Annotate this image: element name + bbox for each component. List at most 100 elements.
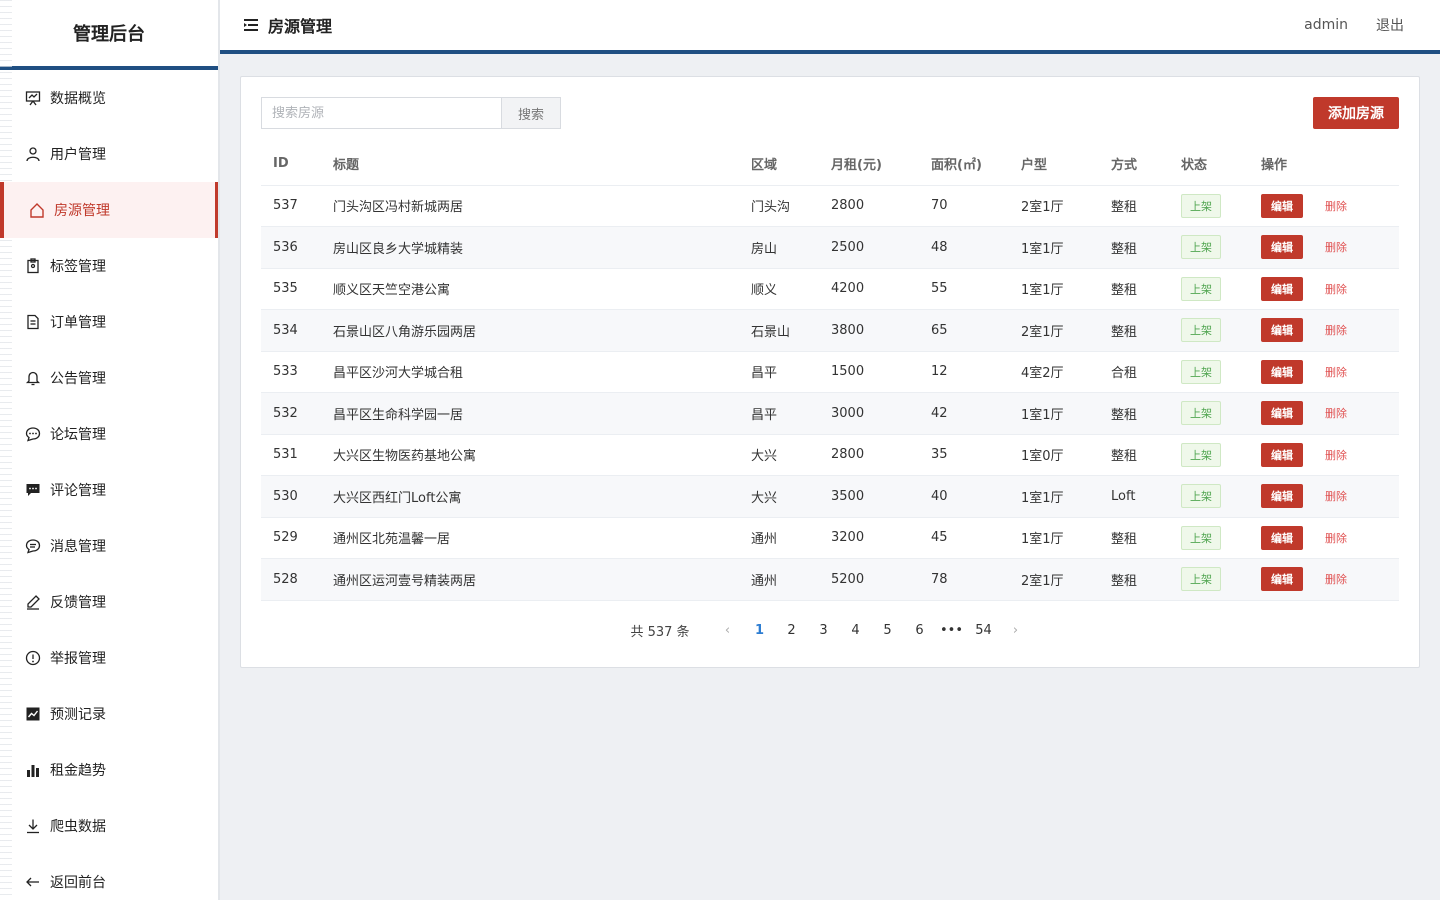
page-ellipsis[interactable]: ••• [936, 623, 968, 638]
sidebar-item-10[interactable]: 举报管理 [0, 630, 218, 686]
search-button[interactable]: 搜索 [501, 97, 561, 129]
cell-id: 534 [261, 309, 321, 352]
sidebar-item-7[interactable]: 评论管理 [0, 462, 218, 518]
cell-status: 上架 [1169, 517, 1249, 559]
sidebar-item-13[interactable]: 爬虫数据 [0, 798, 218, 854]
cell-actions: 编辑 删除 [1249, 226, 1399, 269]
cell-actions: 编辑 删除 [1249, 392, 1399, 435]
sidebar-item-12[interactable]: 租金趋势 [0, 742, 218, 798]
edit-button[interactable]: 编辑 [1261, 276, 1303, 301]
delete-link[interactable]: 删除 [1325, 573, 1347, 586]
page-5[interactable]: 5 [872, 623, 904, 638]
sidebar-item-0[interactable]: 数据概览 [0, 70, 218, 126]
cell-layout: 1室1厅 [1009, 268, 1099, 310]
cell-area: 顺义 [739, 268, 819, 310]
sidebar-item-label: 租金趋势 [50, 763, 106, 779]
status-badge: 上架 [1181, 193, 1221, 218]
cell-status: 上架 [1169, 434, 1249, 476]
sidebar-item-3[interactable]: 标签管理 [0, 238, 218, 294]
cell-rent: 3200 [819, 517, 919, 559]
chat-bubble-icon [24, 425, 42, 443]
next-page-icon[interactable]: › [1000, 623, 1032, 638]
sidebar-item-label: 用户管理 [50, 147, 106, 163]
cell-size: 65 [919, 309, 1009, 352]
page-1[interactable]: 1 [744, 623, 776, 638]
sidebar-item-11[interactable]: 预测记录 [0, 686, 218, 742]
cell-id: 530 [261, 475, 321, 518]
sidebar-item-1[interactable]: 用户管理 [0, 126, 218, 182]
delete-link[interactable]: 删除 [1325, 449, 1347, 462]
edit-button[interactable]: 编辑 [1261, 235, 1303, 260]
prev-page-icon[interactable]: ‹ [712, 623, 744, 638]
sidebar-item-9[interactable]: 反馈管理 [0, 574, 218, 630]
edit-button[interactable]: 编辑 [1261, 525, 1303, 550]
page-last[interactable]: 54 [968, 623, 1000, 638]
cell-size: 48 [919, 226, 1009, 269]
sidebar-item-5[interactable]: 公告管理 [0, 350, 218, 406]
edit-button[interactable]: 编辑 [1261, 401, 1303, 426]
cell-rent: 3500 [819, 475, 919, 518]
sidebar-item-label: 举报管理 [50, 651, 106, 667]
column-header: ID [261, 143, 321, 186]
cell-mode: 整租 [1099, 309, 1169, 352]
table-row: 530 大兴区西红门Loft公寓 大兴 3500 40 1室1厅 Loft 上架 编辑 删除 [261, 475, 1399, 518]
page-3[interactable]: 3 [808, 623, 840, 638]
edit-button[interactable]: 编辑 [1261, 359, 1303, 384]
status-badge: 上架 [1181, 484, 1221, 509]
edit-button[interactable]: 编辑 [1261, 442, 1303, 467]
page-4[interactable]: 4 [840, 623, 872, 638]
edit-button[interactable]: 编辑 [1261, 484, 1303, 509]
delete-link[interactable]: 删除 [1325, 200, 1347, 213]
cell-title: 石景山区八角游乐园两居 [321, 309, 739, 352]
sidebar-item-6[interactable]: 论坛管理 [0, 406, 218, 462]
status-badge: 上架 [1181, 235, 1221, 260]
delete-link[interactable]: 删除 [1325, 532, 1347, 545]
table-row: 535 顺义区天竺空港公寓 顺义 4200 55 1室1厅 整租 上架 编辑 删除 [261, 268, 1399, 310]
page-6[interactable]: 6 [904, 623, 936, 638]
cell-status: 上架 [1169, 351, 1249, 393]
cell-title: 通州区运河壹号精装两居 [321, 558, 739, 601]
add-house-button[interactable]: 添加房源 [1313, 97, 1399, 129]
sidebar-item-label: 订单管理 [50, 315, 106, 331]
delete-link[interactable]: 删除 [1325, 324, 1347, 337]
cell-size: 40 [919, 475, 1009, 518]
search-input[interactable] [261, 97, 501, 129]
sidebar-item-4[interactable]: 订单管理 [0, 294, 218, 350]
house-list-card: 搜索 添加房源 ID标题区域月租(元)面积(㎡)户型方式状态操作 537门头沟区… [240, 76, 1420, 668]
logout-link[interactable]: 退出 [1376, 15, 1404, 35]
cell-mode: 合租 [1099, 351, 1169, 393]
delete-link[interactable]: 删除 [1325, 241, 1347, 254]
cell-size: 12 [919, 351, 1009, 393]
sidebar-item-8[interactable]: 消息管理 [0, 518, 218, 574]
username-label[interactable]: admin [1304, 17, 1348, 33]
cell-mode: 整租 [1099, 434, 1169, 476]
column-header: 标题 [321, 143, 739, 186]
delete-link[interactable]: 删除 [1325, 366, 1347, 379]
warning-icon [24, 649, 42, 667]
sidebar-item-2[interactable]: 房源管理 [0, 182, 218, 238]
sidebar-item-14[interactable]: 返回前台 [0, 854, 218, 900]
edit-button[interactable]: 编辑 [1261, 193, 1303, 218]
delete-link[interactable]: 删除 [1325, 283, 1347, 296]
download-icon [24, 817, 42, 835]
table-row: 528 通州区运河壹号精装两居 通州 5200 78 2室1厅 整租 上架 编辑 删除 [261, 558, 1399, 601]
cell-id: 533 [261, 351, 321, 393]
edit-button[interactable]: 编辑 [1261, 318, 1303, 343]
cell-size: 35 [919, 434, 1009, 476]
cell-status: 上架 [1169, 226, 1249, 269]
status-badge: 上架 [1181, 318, 1221, 343]
document-icon [24, 313, 42, 331]
delete-link[interactable]: 删除 [1325, 490, 1347, 503]
column-header: 户型 [1009, 143, 1099, 186]
cell-actions: 编辑 删除 [1249, 268, 1399, 310]
page-2[interactable]: 2 [776, 623, 808, 638]
sidebar-nav: 数据概览用户管理房源管理 标签管理订单管理公告管理 论坛管理 评论管理消息管理反馈管理… [0, 70, 218, 900]
cell-title: 大兴区生物医药基地公寓 [321, 434, 739, 476]
edit-button[interactable]: 编辑 [1261, 567, 1303, 592]
delete-link[interactable]: 删除 [1325, 407, 1347, 420]
menu-icon[interactable] [242, 16, 260, 34]
cell-id: 529 [261, 517, 321, 559]
cell-size: 55 [919, 268, 1009, 310]
cell-id: 537 [261, 185, 321, 227]
sidebar-item-label: 消息管理 [50, 539, 106, 555]
